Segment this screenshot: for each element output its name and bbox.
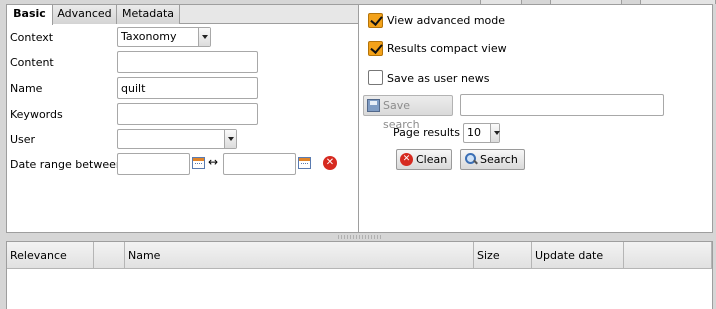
- compact-view-label: Results compact view: [387, 42, 507, 55]
- column-extra[interactable]: [624, 242, 712, 269]
- column-update-date[interactable]: Update date: [532, 242, 624, 269]
- user-news-checkbox[interactable]: [368, 70, 383, 85]
- magnifier-icon: [464, 153, 477, 166]
- clean-button[interactable]: ✕ Clean: [396, 149, 452, 170]
- splitter-handle[interactable]: [337, 235, 383, 239]
- search-criteria-panel: Basic Advanced Metadata Context Taxonomy…: [6, 4, 359, 233]
- tab-basic[interactable]: Basic: [7, 5, 53, 25]
- chevron-down-icon[interactable]: [490, 124, 500, 142]
- page-results-select[interactable]: 10: [463, 123, 500, 143]
- search-label: Search: [480, 153, 518, 166]
- view-advanced-checkbox[interactable]: [368, 13, 383, 28]
- page-results-value: 10: [467, 126, 481, 139]
- save-search-button[interactable]: Save search: [363, 95, 453, 131]
- date-from-input[interactable]: [117, 153, 190, 175]
- chevron-down-icon[interactable]: [224, 130, 236, 148]
- date-range-label: Date range between: [10, 158, 123, 171]
- context-value: Taxonomy: [121, 30, 177, 43]
- user-news-label: Save as user news: [387, 72, 490, 85]
- keywords-label: Keywords: [10, 108, 63, 121]
- column-size[interactable]: Size: [474, 242, 532, 269]
- tab-metadata[interactable]: Metadata: [117, 5, 180, 24]
- name-label: Name: [10, 82, 43, 95]
- clean-icon: ✕: [400, 153, 413, 166]
- keywords-input[interactable]: [117, 103, 258, 125]
- range-arrow: ↔: [208, 155, 219, 169]
- column-icon[interactable]: [94, 242, 125, 269]
- content-label: Content: [10, 56, 54, 69]
- chevron-down-icon[interactable]: [198, 28, 210, 46]
- calendar-icon[interactable]: [192, 157, 205, 169]
- user-label: User: [10, 133, 36, 146]
- column-relevance[interactable]: Relevance: [7, 242, 94, 269]
- context-select[interactable]: Taxonomy: [117, 27, 211, 47]
- compact-view-checkbox[interactable]: [368, 41, 383, 56]
- calendar-icon[interactable]: [298, 157, 311, 169]
- save-search-input[interactable]: [460, 94, 664, 116]
- content-input[interactable]: [117, 51, 258, 73]
- tab-bar: Basic Advanced Metadata: [7, 5, 358, 25]
- clear-date-icon[interactable]: ✕: [323, 156, 337, 170]
- view-advanced-label: View advanced mode: [387, 14, 506, 27]
- clean-label: Clean: [416, 153, 448, 166]
- page-results-label: Page results: [393, 126, 460, 139]
- tab-advanced[interactable]: Advanced: [53, 5, 117, 24]
- user-select[interactable]: [117, 129, 237, 149]
- date-to-input[interactable]: [223, 153, 296, 175]
- name-input[interactable]: [117, 77, 258, 99]
- results-table: Relevance Name Size Update date: [6, 241, 713, 309]
- column-name[interactable]: Name: [125, 242, 474, 269]
- search-options-panel: View advanced mode Results compact view …: [359, 4, 713, 233]
- context-label: Context: [10, 31, 54, 44]
- search-button[interactable]: Search: [460, 149, 525, 170]
- results-header: Relevance Name Size Update date: [7, 242, 712, 269]
- disk-icon: [367, 99, 380, 112]
